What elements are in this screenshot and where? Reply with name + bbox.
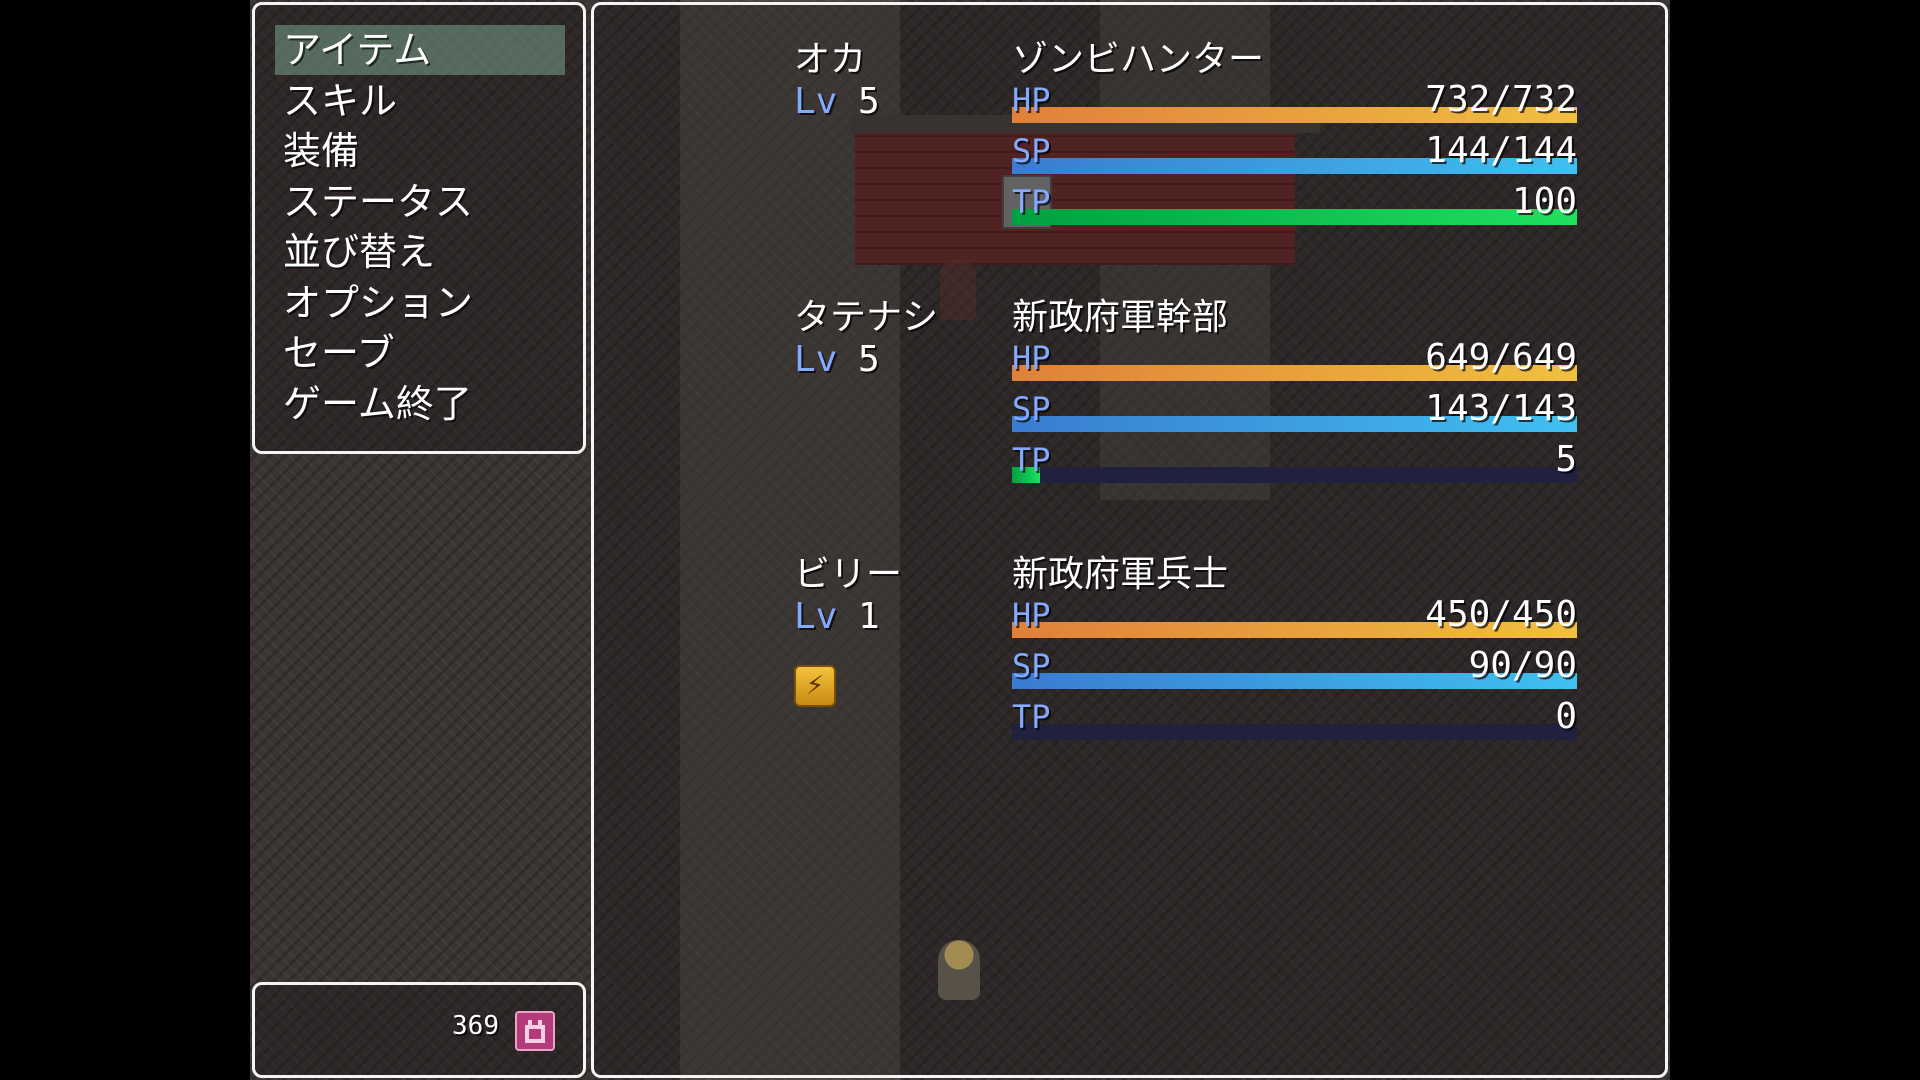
menu-item-0[interactable]: アイテム (275, 25, 565, 75)
level-value: 5 (858, 81, 880, 122)
tp-value: 100 (1511, 181, 1577, 222)
sp-label: SP (1012, 390, 1051, 428)
command-menu-window: アイテム スキル 装備 ステータス 並び替え オプション セーブ ゲーム終了 (252, 2, 586, 454)
actor-class: ゾンビハンター (1012, 39, 1265, 80)
sp-label: SP (1012, 647, 1051, 685)
menu-item-3[interactable]: ステータス (275, 177, 565, 227)
money-bag-icon (515, 1011, 555, 1051)
hp-label: HP (1012, 81, 1051, 119)
menu-item-6[interactable]: セーブ (275, 328, 565, 378)
menu-item-1[interactable]: スキル (275, 76, 565, 126)
hp-value: 649/649 (1425, 337, 1577, 378)
actor-row[interactable]: ビリー 新政府軍兵士 Lv 1 ⚡ HP 450/450 SP 90/90 TP 0 (594, 540, 1664, 790)
actor-class: 新政府軍幹部 (1012, 297, 1229, 338)
actor-name: ビリー (794, 554, 903, 595)
sp-label: SP (1012, 132, 1051, 170)
tp-value: 5 (1555, 439, 1577, 480)
hp-label: HP (1012, 339, 1051, 377)
level-label: Lv (794, 339, 838, 380)
hp-value: 450/450 (1425, 594, 1577, 635)
sp-value: 144/144 (1425, 130, 1577, 171)
actor-row[interactable]: タテナシ 新政府軍幹部 Lv 5 HP 649/649 SP 143/143 TP 5 (594, 283, 1664, 533)
actor-name: タテナシ (794, 297, 939, 338)
hp-value: 732/732 (1425, 79, 1577, 120)
level-label: Lv (794, 596, 838, 637)
level-value: 5 (858, 339, 880, 380)
tp-value: 0 (1555, 696, 1577, 737)
menu-item-7[interactable]: ゲーム終了 (275, 379, 565, 429)
menu-item-4[interactable]: 並び替え (275, 227, 565, 277)
actor-class: 新政府軍兵士 (1012, 554, 1229, 595)
gold-amount: 369 (452, 1011, 499, 1041)
tp-label: TP (1012, 441, 1051, 479)
lightning-state-icon: ⚡ (794, 665, 836, 707)
game-screen: アイテム スキル 装備 ステータス 並び替え オプション セーブ ゲーム終了 369 オカ ゾン… (250, 0, 1670, 1080)
menu-item-2[interactable]: 装備 (275, 126, 565, 176)
level-value: 1 (858, 596, 880, 637)
party-status-window: オカ ゾンビハンター Lv 5 HP 732/732 SP 144/144 TP 100 タテナシ新… (591, 2, 1668, 1078)
menu-item-5[interactable]: オプション (275, 278, 565, 328)
gold-window: 369 (252, 982, 586, 1078)
tp-label: TP (1012, 698, 1051, 736)
hp-label: HP (1012, 596, 1051, 634)
tp-label: TP (1012, 183, 1051, 221)
sp-value: 143/143 (1425, 388, 1577, 429)
level-label: Lv (794, 81, 838, 122)
sp-value: 90/90 (1468, 645, 1577, 686)
actor-name: オカ (794, 39, 867, 80)
actor-row[interactable]: オカ ゾンビハンター Lv 5 HP 732/732 SP 144/144 TP 100 (594, 25, 1664, 275)
